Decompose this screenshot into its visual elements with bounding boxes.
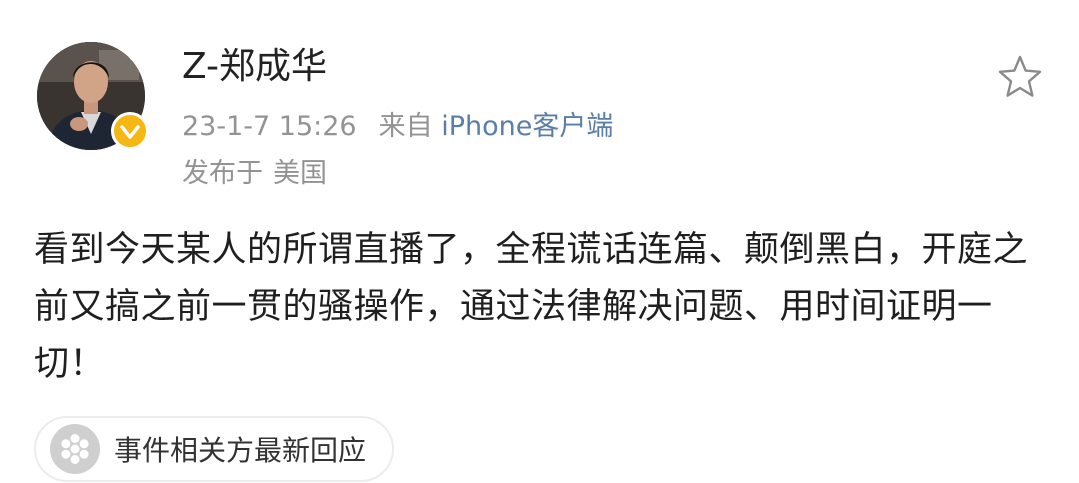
author-name[interactable]: Z-郑成华 (182, 44, 327, 90)
post-location: 发布于 美国 (182, 156, 327, 192)
post-meta: 23-1-7 15:26 来自 iPhone客户端 (182, 109, 613, 145)
source-client-link[interactable]: iPhone客户端 (441, 111, 613, 142)
source-prefix: 来自 (378, 111, 433, 142)
flower-icon (50, 424, 100, 474)
post-timestamp: 23-1-7 15:26 (182, 111, 357, 142)
location-prefix: 发布于 (182, 158, 263, 189)
location-value: 美国 (273, 158, 327, 189)
topic-chip[interactable]: 事件相关方最新回应 (34, 416, 395, 482)
favorite-button[interactable] (996, 54, 1044, 100)
weibo-post-card: Z-郑成华 23-1-7 15:26 来自 iPhone客户端 发布于 美国 看到今… (0, 0, 1079, 483)
author-avatar-container[interactable] (37, 42, 149, 150)
verified-badge-icon (111, 112, 149, 150)
post-content: 看到今天某人的所谓直播了，全程谎话连篇、颠倒黑白，开庭之前又搞之前一贯的骚操作，… (34, 230, 1029, 384)
topic-label: 事件相关方最新回应 (114, 434, 367, 467)
star-outline-icon (998, 55, 1042, 97)
